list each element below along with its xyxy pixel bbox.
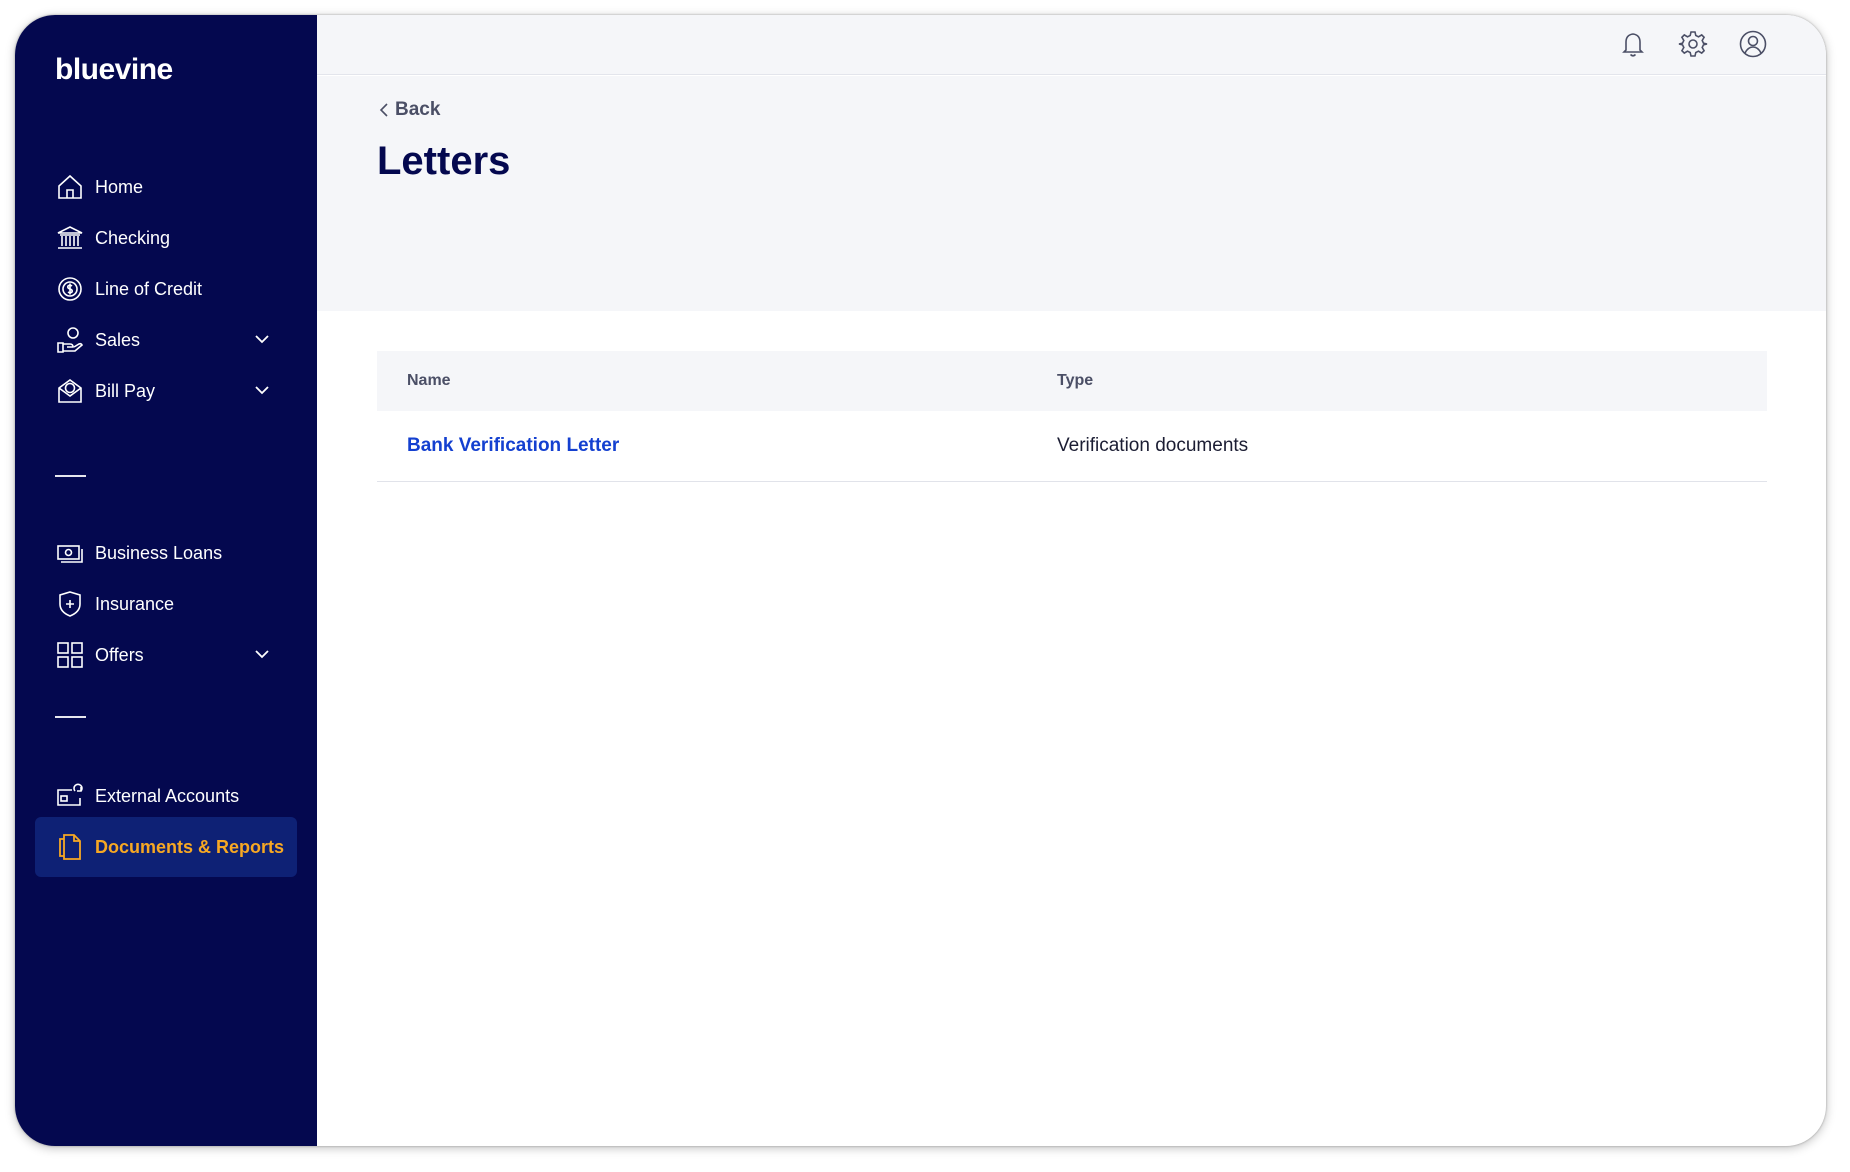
- sidebar-item-label: Offers: [95, 644, 144, 665]
- account-sync-icon: [55, 781, 85, 811]
- chevron-left-icon: [379, 103, 388, 117]
- sidebar-item-label: Documents & Reports: [95, 836, 285, 857]
- hand-coin-icon: [55, 325, 85, 355]
- cash-icon: [55, 538, 85, 568]
- chevron-down-icon[interactable]: [253, 381, 271, 399]
- sidebar: bluevine Home Checking Line of Credit Sa…: [15, 15, 317, 1146]
- sidebar-item-label: Home: [95, 176, 144, 197]
- bluevine-logo[interactable]: bluevine: [55, 53, 173, 87]
- letter-type: Verification documents: [1057, 435, 1249, 456]
- app-window: bluevine Home Checking Line of Credit Sa…: [15, 15, 1826, 1146]
- sidebar-item-label: Sales: [95, 329, 141, 350]
- sidebar-divider: [55, 716, 86, 718]
- sidebar-item-label: Bill Pay: [95, 380, 156, 401]
- table-header: Name Type: [377, 351, 1767, 411]
- bell-icon[interactable]: [1618, 29, 1648, 59]
- sidebar-item-offers[interactable]: Offers: [35, 625, 297, 685]
- gear-icon[interactable]: [1678, 29, 1708, 59]
- sidebar-item-label: Insurance: [95, 593, 175, 614]
- column-header-name: Name: [407, 372, 451, 389]
- user-account-icon[interactable]: [1738, 29, 1768, 59]
- home-icon: [55, 172, 85, 202]
- letter-name-link[interactable]: Bank Verification Letter: [407, 435, 619, 456]
- bank-icon: [55, 223, 85, 253]
- sidebar-item-bill-pay[interactable]: Bill Pay: [35, 361, 297, 421]
- sidebar-divider: [55, 475, 86, 477]
- sidebar-item-label: Business Loans: [95, 542, 223, 563]
- sidebar-item-label: External Accounts: [95, 785, 240, 806]
- page-title: Letters: [377, 139, 511, 183]
- sidebar-item-label: Checking: [95, 227, 171, 248]
- documents-icon: [55, 832, 85, 862]
- chevron-down-icon[interactable]: [253, 330, 271, 348]
- envelope-dollar-icon: [55, 376, 85, 406]
- column-header-type: Type: [1057, 372, 1094, 389]
- back-link[interactable]: Back: [377, 99, 440, 121]
- grid-icon: [55, 640, 85, 670]
- table-row: Bank Verification Letter Verification do…: [377, 411, 1767, 482]
- back-label: Back: [395, 99, 441, 120]
- main-content: Back Letters Name Type Bank Verification…: [317, 15, 1826, 1146]
- letters-table: Name Type Bank Verification Letter Verif…: [377, 351, 1767, 482]
- page-header: [317, 76, 1826, 311]
- top-bar: [317, 15, 1826, 75]
- chevron-down-icon[interactable]: [253, 645, 271, 663]
- dollar-cycle-icon: [55, 274, 85, 304]
- shield-plus-icon: [55, 589, 85, 619]
- sidebar-item-documents-reports[interactable]: Documents & Reports: [35, 817, 297, 877]
- sidebar-item-label: Line of Credit: [95, 278, 203, 299]
